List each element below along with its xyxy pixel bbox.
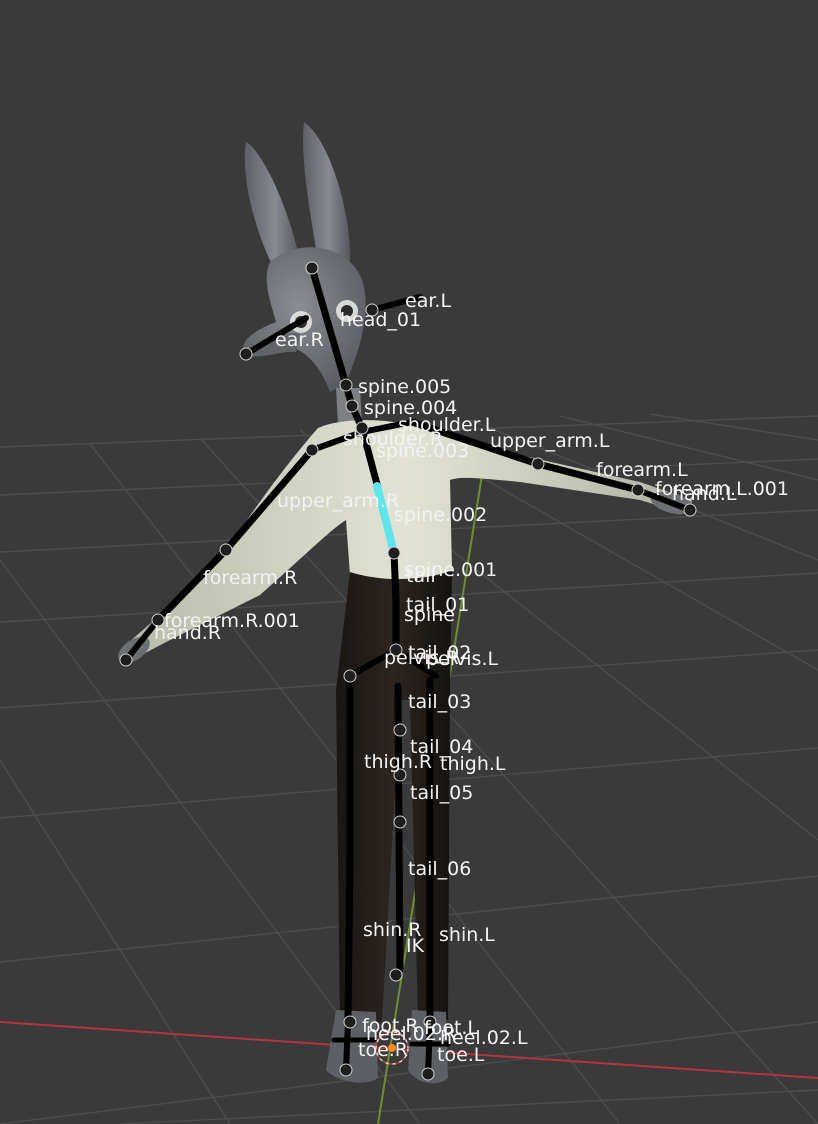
label-spine: spine [404,604,455,626]
label-spine-005: spine.005 [358,376,451,398]
label-tail-06: tail_06 [408,858,471,880]
label-upper-arm-r: upper_arm.R [277,490,399,512]
label-toe-r: toe.R [358,1039,408,1061]
right-ear-mesh [303,122,351,262]
label-tail-03: tail_03 [408,691,471,713]
bone-foot-r [343,1019,351,1073]
label-toe-l: toe.L [437,1044,485,1066]
label-pelvis-l: pelvis.L [426,648,498,670]
label-forearm-l-001: forearm.L.001 [655,478,789,500]
label-thigh-r: thigh.R [364,751,432,773]
label-ik: IK [406,935,425,957]
label-spine-003: spine.003 [376,440,469,462]
label-tail: tail [406,565,436,587]
label-shin-l: shin.L [439,924,495,946]
label-thigh-l: thigh.L [440,753,506,775]
label-spine-002: spine.002 [394,504,487,526]
bone-labels: ear.L head_01 ear.R spine.005 spine.004 … [154,290,789,1066]
label-head-01: head_01 [340,309,421,331]
label-ear-r: ear.R [275,329,324,351]
bone-spine-001 [390,549,400,604]
3d-viewport[interactable]: ear.L head_01 ear.R spine.005 spine.004 … [0,0,818,1124]
label-forearm-r: forearm.R [203,567,297,589]
bone-shin-r [344,846,354,1026]
label-tail-05: tail_05 [410,782,473,804]
label-upper-arm-l: upper_arm.L [490,430,610,452]
label-hand-r: hand.R [154,622,221,644]
viewport-canvas[interactable]: ear.L head_01 ear.R spine.005 spine.004 … [0,0,818,1124]
